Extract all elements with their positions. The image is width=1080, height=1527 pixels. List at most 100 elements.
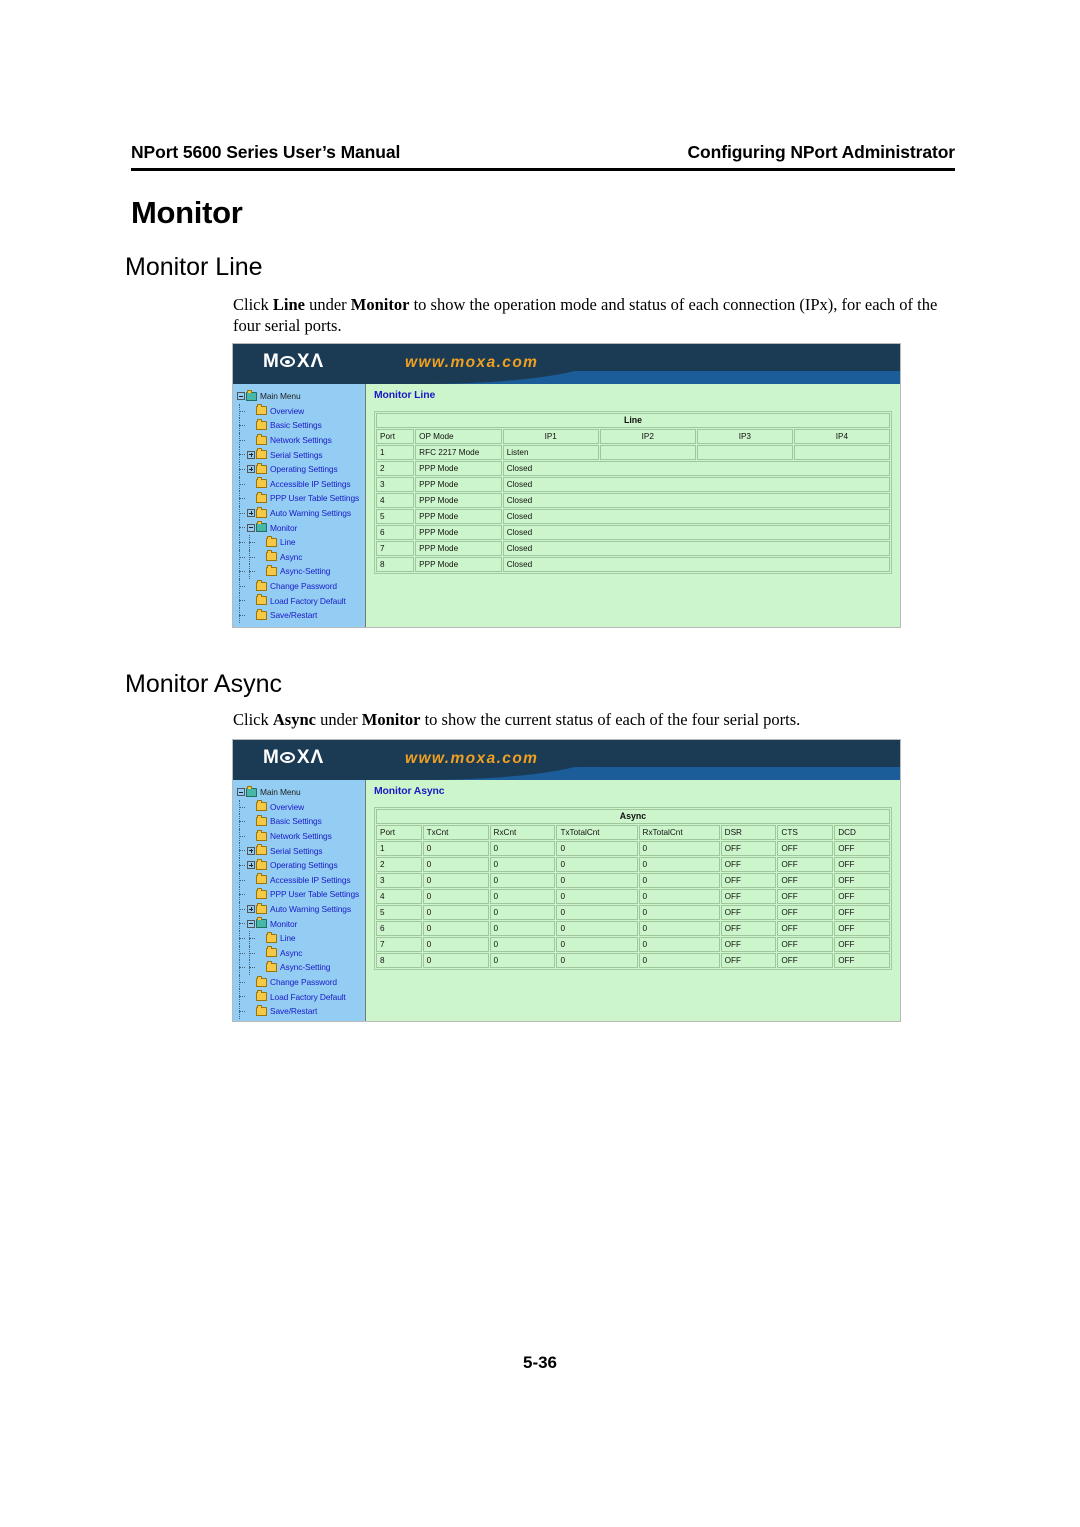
- sidebar-item-overview[interactable]: Overview: [235, 799, 365, 815]
- navigation-sidebar[interactable]: Main Menu Overview Basic Settings Network S…: [233, 384, 366, 627]
- chapter-title: Configuring NPort Administrator: [687, 142, 956, 162]
- collapse-icon[interactable]: [247, 523, 255, 532]
- sidebar-item-basic-settings[interactable]: Basic Settings: [235, 814, 365, 829]
- col-head-ip1: IP1: [502, 429, 599, 444]
- sidebar-item-change-password[interactable]: Change Password: [235, 974, 365, 990]
- table-header-row: Port OP Mode IP1 IP2 IP3 IP4: [376, 429, 890, 444]
- sidebar-item-ppp-user-table-settings[interactable]: PPP User Table Settings: [235, 887, 365, 902]
- sidebar-item-auto-warning-settings[interactable]: Auto Warning Settings: [235, 505, 365, 521]
- folder-icon: [256, 858, 267, 870]
- sidebar-item-main-menu[interactable]: Main Menu: [235, 389, 365, 404]
- expand-icon[interactable]: [247, 465, 255, 474]
- cell-status: Closed: [502, 493, 890, 508]
- expand-icon[interactable]: [247, 861, 255, 870]
- section-paragraph-monitor-async: Click Async under Monitor to show the cu…: [233, 710, 801, 729]
- header-divider: [131, 168, 955, 171]
- cell-dcd: OFF: [834, 841, 890, 856]
- tree-branch-line: [239, 527, 245, 529]
- table-row: 2 0 0 0 0 OFF OFF OFF: [376, 857, 890, 872]
- col-head-dcd: DCD: [834, 825, 890, 840]
- sidebar-item-label: Change Password: [270, 581, 337, 592]
- sidebar-item-auto-warning-settings[interactable]: Auto Warning Settings: [235, 901, 365, 917]
- cell-port: 3: [376, 873, 422, 888]
- navigation-sidebar[interactable]: Main Menu Overview Basic Settings Network S…: [233, 780, 366, 1021]
- sidebar-item-monitor[interactable]: Monitor: [235, 520, 365, 535]
- cell-dsr: OFF: [720, 889, 777, 904]
- table-row: 5 PPP Mode Closed: [376, 509, 890, 524]
- content-pane-async: Monitor Async Async Port TxCnt RxCnt TxTota…: [366, 780, 900, 1021]
- cell-op-mode: PPP Mode: [415, 525, 502, 540]
- collapse-icon[interactable]: [237, 788, 245, 797]
- cell-port: 4: [376, 493, 415, 508]
- sidebar-item-async[interactable]: Async: [235, 945, 365, 961]
- expand-icon[interactable]: [247, 846, 255, 855]
- page-number: 5-36: [522, 1353, 558, 1372]
- folder-icon: [256, 448, 267, 460]
- sidebar-item-change-password[interactable]: Change Password: [235, 578, 365, 594]
- cell-port: 1: [376, 841, 422, 856]
- tree-branch-line: [239, 541, 245, 544]
- cell-rxcnt: 0: [489, 841, 556, 856]
- cell-op-mode: RFC 2217 Mode: [415, 445, 502, 460]
- collapse-icon[interactable]: [237, 392, 245, 401]
- sidebar-item-basic-settings[interactable]: Basic Settings: [235, 418, 365, 433]
- sidebar-item-save-restart[interactable]: Save/Restart: [235, 1003, 365, 1019]
- sidebar-item-network-settings[interactable]: Network Settings: [235, 432, 365, 448]
- cell-rxcnt: 0: [489, 857, 556, 872]
- folder-icon: [256, 902, 267, 914]
- cell-txtotalcnt: 0: [556, 905, 638, 920]
- cell-dcd: OFF: [834, 937, 890, 952]
- sidebar-item-main-menu[interactable]: Main Menu: [235, 785, 365, 800]
- sidebar-item-monitor[interactable]: Monitor: [235, 916, 365, 931]
- sidebar-item-label: Save/Restart: [270, 1006, 318, 1017]
- cell-txtotalcnt: 0: [556, 873, 638, 888]
- sidebar-item-network-settings[interactable]: Network Settings: [235, 828, 365, 844]
- cell-cts: OFF: [777, 841, 834, 856]
- cell-txtotalcnt: 0: [556, 953, 638, 968]
- sidebar-item-overview[interactable]: Overview: [235, 403, 365, 419]
- expand-icon[interactable]: [247, 905, 255, 914]
- expand-icon[interactable]: [247, 509, 255, 518]
- sidebar-item-label: Auto Warning Settings: [270, 508, 351, 519]
- expand-icon[interactable]: [247, 450, 255, 459]
- sidebar-item-label: Load Factory Default: [270, 595, 346, 606]
- sidebar-item-operating-settings[interactable]: Operating Settings: [235, 461, 365, 477]
- moxa-url-text: www.moxa.com: [405, 354, 539, 371]
- cell-dsr: OFF: [720, 921, 777, 936]
- folder-icon: [256, 990, 267, 1002]
- cell-dcd: OFF: [834, 905, 890, 920]
- sidebar-item-accessible-ip-settings[interactable]: Accessible IP Settings: [235, 872, 365, 888]
- sidebar-item-accessible-ip-settings[interactable]: Accessible IP Settings: [235, 476, 365, 492]
- col-head-txcnt: TxCnt: [422, 825, 489, 840]
- sidebar-item-line[interactable]: Line: [235, 930, 365, 946]
- collapse-icon[interactable]: [247, 919, 255, 928]
- folder-icon: [256, 800, 267, 812]
- sidebar-item-label: Accessible IP Settings: [270, 874, 351, 885]
- sidebar-item-label: Overview: [270, 801, 305, 812]
- sidebar-item-async[interactable]: Async: [235, 549, 365, 565]
- sidebar-item-async-setting[interactable]: Async-Setting: [235, 960, 365, 975]
- sidebar-item-async-setting[interactable]: Async-Setting: [235, 564, 365, 579]
- sidebar-item-load-factory-default[interactable]: Load Factory Default: [235, 593, 365, 608]
- cell-ip3: [696, 445, 793, 460]
- folder-icon: [266, 946, 277, 958]
- cell-status: Closed: [502, 525, 890, 540]
- sidebar-item-label: Async: [280, 551, 303, 562]
- sidebar-item-serial-settings[interactable]: Serial Settings: [235, 447, 365, 462]
- sidebar-item-save-restart[interactable]: Save/Restart: [235, 607, 365, 623]
- sidebar-item-line[interactable]: Line: [235, 534, 365, 550]
- table-row: 1 0 0 0 0 OFF OFF OFF: [376, 841, 890, 856]
- sidebar-item-load-factory-default[interactable]: Load Factory Default: [235, 989, 365, 1004]
- cell-port: 7: [376, 937, 422, 952]
- cell-rxcnt: 0: [489, 921, 556, 936]
- sidebar-item-label: Basic Settings: [270, 420, 322, 431]
- cell-port: 6: [376, 921, 422, 936]
- cell-dsr: OFF: [720, 841, 777, 856]
- col-head-port: Port: [376, 825, 422, 840]
- sidebar-item-operating-settings[interactable]: Operating Settings: [235, 857, 365, 873]
- cell-dcd: OFF: [834, 921, 890, 936]
- cell-ip4: [793, 445, 890, 460]
- sidebar-item-serial-settings[interactable]: Serial Settings: [235, 843, 365, 858]
- cell-rxtotalcnt: 0: [638, 873, 720, 888]
- sidebar-item-ppp-user-table-settings[interactable]: PPP User Table Settings: [235, 491, 365, 506]
